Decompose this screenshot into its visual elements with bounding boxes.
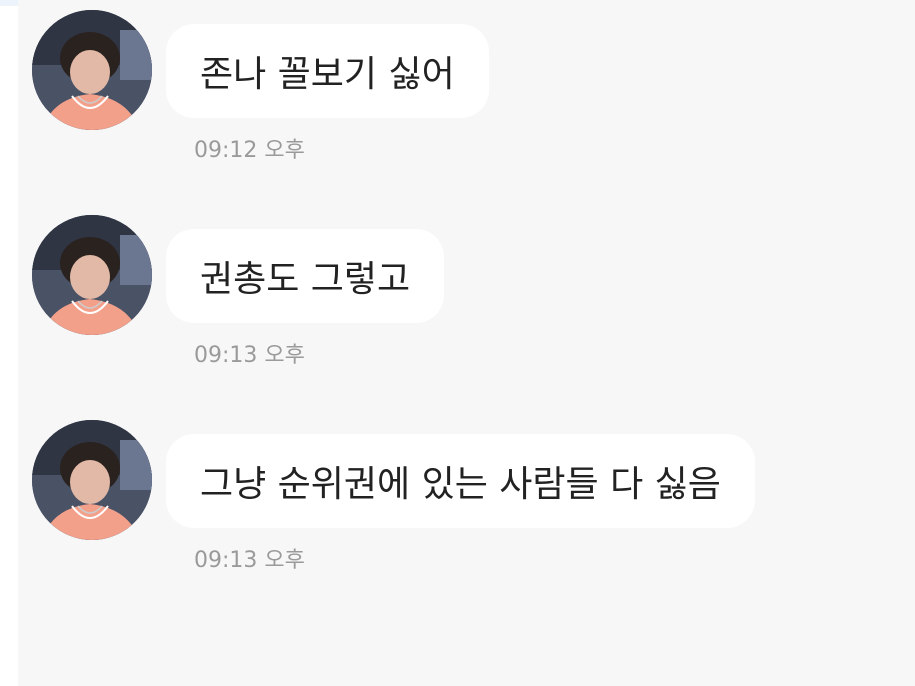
message-row: 권총도 그렇고 09:13 오후 xyxy=(18,205,915,368)
avatar-image xyxy=(32,10,152,130)
chat-area[interactable]: 존나 꼴보기 싫어 09:12 오후 권총도 그렇고 09:13 오후 그냥 순… xyxy=(18,0,915,686)
message-row: 존나 꼴보기 싫어 09:12 오후 xyxy=(18,0,915,163)
message-timestamp: 09:13 오후 xyxy=(194,548,305,573)
avatar-icon[interactable] xyxy=(32,10,152,130)
chat-screen: 존나 꼴보기 싫어 09:12 오후 권총도 그렇고 09:13 오후 그냥 순… xyxy=(0,0,915,686)
avatar-image xyxy=(32,420,152,540)
message-bubble[interactable]: 존나 꼴보기 싫어 xyxy=(166,24,489,118)
message-timestamp: 09:12 오후 xyxy=(194,138,305,163)
avatar-icon[interactable] xyxy=(32,420,152,540)
message-timestamp: 09:13 오후 xyxy=(194,343,305,368)
message-bubble[interactable]: 그냥 순위권에 있는 사람들 다 싫음 xyxy=(166,434,755,528)
avatar-image xyxy=(32,215,152,335)
message-row: 그냥 순위권에 있는 사람들 다 싫음 09:13 오후 xyxy=(18,410,915,573)
message-bubble[interactable]: 권총도 그렇고 xyxy=(166,229,445,323)
avatar-icon[interactable] xyxy=(32,215,152,335)
